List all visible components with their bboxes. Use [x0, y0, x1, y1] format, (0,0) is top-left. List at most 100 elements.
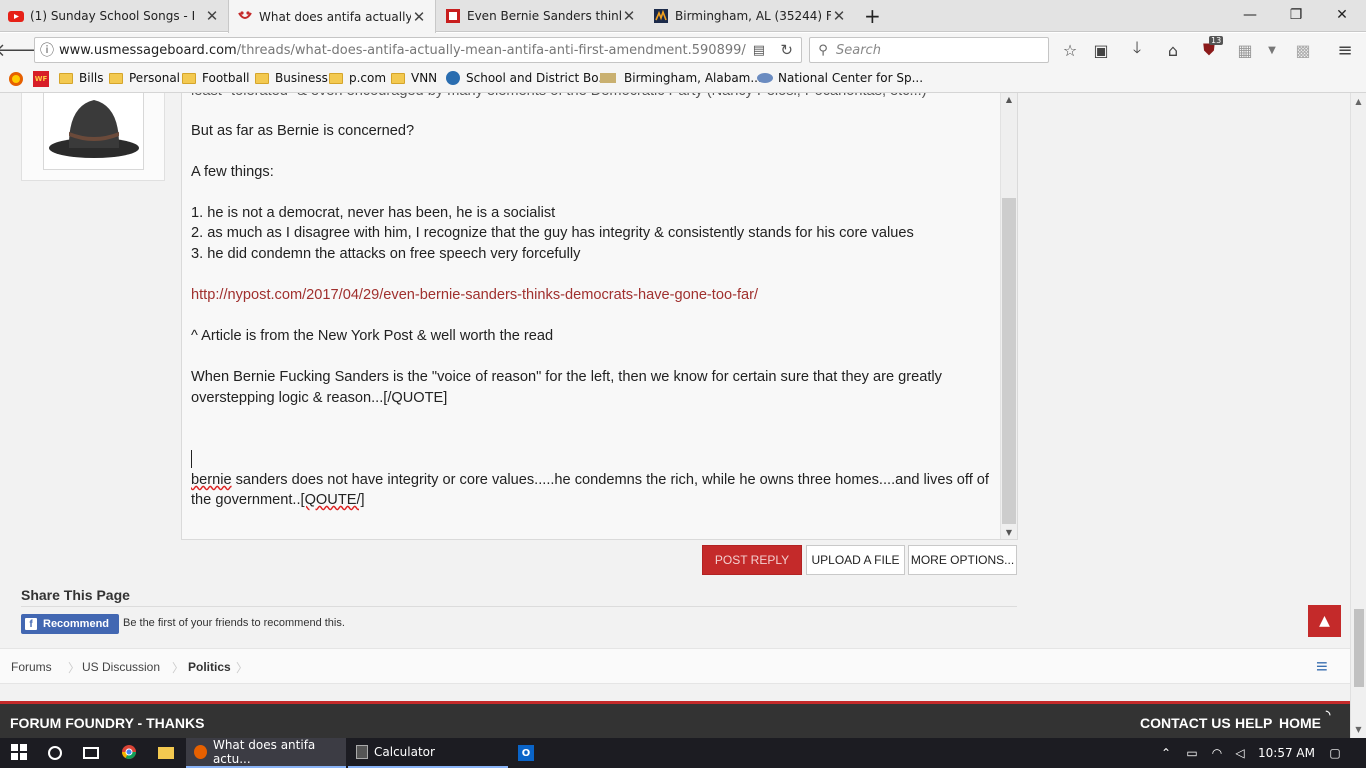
taskbar-app-calculator[interactable]: Calculator [348, 738, 508, 768]
scroll-down-icon[interactable]: ▼ [1001, 528, 1017, 537]
battery-icon[interactable]: ▭ [1183, 738, 1201, 768]
breadcrumb-us-discussion[interactable]: US Discussion [82, 649, 160, 685]
editor-link[interactable]: http://nypost.com/2017/04/29/even-bernie… [191, 285, 1001, 306]
bookmark-weather[interactable]: Birmingham, Alabam... [600, 71, 762, 85]
upload-file-button[interactable]: UPLOAD A FILE [806, 545, 905, 575]
footer-brand: FORUM FOUNDRY - THANKS [10, 715, 205, 731]
facebook-recommend-button[interactable]: f Recommend [21, 614, 119, 634]
clock[interactable]: 10:57 AM [1258, 738, 1315, 768]
close-tab-icon[interactable]: ✕ [411, 8, 427, 26]
notification-icon[interactable]: ▢ [1324, 738, 1346, 768]
tab-nypost[interactable]: Even Bernie Sanders thinks D ✕ [437, 0, 645, 32]
bookmark-folder[interactable]: Football [182, 71, 250, 85]
info-icon[interactable]: ⓘ [35, 40, 59, 60]
bookmark-folder[interactable]: Business [255, 71, 328, 85]
addon-button[interactable]: ▩ [1292, 39, 1314, 61]
bookmark-label: Personal [129, 71, 181, 85]
grid-icon: ▦ [1237, 40, 1253, 60]
home-button[interactable]: ⌂ [1162, 39, 1184, 61]
close-icon: ✕ [1336, 7, 1348, 23]
scroll-down-icon[interactable]: ▼ [1351, 725, 1366, 734]
wellsfargo-icon: WF [33, 71, 49, 87]
weather-icon [600, 73, 616, 83]
bookmark-label: p.com [349, 71, 387, 85]
file-explorer-button[interactable] [155, 738, 177, 768]
chrome-taskbar-button[interactable] [118, 738, 140, 768]
editor-text: When Bernie Fucking Sanders is the "voic… [191, 369, 942, 385]
tray-chevron-icon[interactable]: ⌃ [1158, 738, 1174, 768]
scroll-up-icon[interactable]: ▲ [1001, 95, 1017, 104]
scroll-thumb[interactable] [1002, 198, 1016, 524]
bookmark-firefox[interactable] [8, 71, 24, 90]
scroll-up-icon[interactable]: ▲ [1351, 97, 1366, 106]
spelling-error: [QOUTE/] [300, 492, 365, 508]
editor-list-item: 1. he is not a democrat, never has been,… [191, 205, 556, 221]
bookmark-label: VNN [411, 71, 438, 85]
folder-icon [391, 72, 405, 84]
page-scrollbar[interactable]: ▲ ▼ [1350, 93, 1366, 738]
new-tab-button[interactable]: + [858, 0, 888, 32]
more-options-button[interactable]: MORE OPTIONS... [908, 545, 1017, 575]
avatar[interactable] [43, 93, 144, 170]
menu-button[interactable]: ≡ [1334, 39, 1356, 61]
editor-reply-text: bernie sanders does not have integrity o… [191, 470, 1001, 491]
breadcrumb-separator: 〉 [172, 660, 185, 675]
volume-icon[interactable]: ◁ [1231, 738, 1249, 768]
minimize-button[interactable]: — [1228, 0, 1272, 30]
reply-editor[interactable]: least" tolerated" & even encouraged by m… [181, 93, 1018, 540]
reading-list-button[interactable]: ▣ [1090, 39, 1112, 61]
back-button[interactable]: 🡐 [0, 39, 43, 61]
extension-button[interactable]: ▦ [1234, 39, 1256, 61]
task-view-button[interactable] [80, 738, 102, 768]
url-path: /threads/what-does-antifa-actually-mean-… [236, 42, 746, 58]
rss-icon[interactable]: ◝ [1326, 708, 1330, 721]
extension-dropdown[interactable]: ▼ [1261, 39, 1283, 61]
tab-youtube[interactable]: (1) Sunday School Songs - I ✕ [0, 0, 228, 32]
close-tab-icon[interactable]: ✕ [204, 7, 220, 25]
url-bar[interactable]: ⓘ www.usmessageboard.com/threads/what-do… [34, 37, 802, 63]
downloads-button[interactable]: 🡓 [1126, 37, 1148, 61]
tab-weather[interactable]: Birmingham, AL (35244) For ✕ [645, 0, 855, 32]
editor-text: A few things: [191, 164, 274, 180]
nypost-icon [445, 8, 461, 24]
close-tab-icon[interactable]: ✕ [831, 7, 847, 25]
footer-help-link[interactable]: HELP [1235, 715, 1272, 731]
footer-contact-link[interactable]: CONTACT US [1140, 715, 1231, 731]
youtube-icon [8, 8, 24, 24]
taskbar-app-firefox[interactable]: What does antifa actu... [186, 738, 346, 768]
bookmark-folder[interactable]: Personal [109, 71, 180, 85]
bookmark-school[interactable]: School and District Bo... [446, 71, 610, 85]
close-window-button[interactable]: ✕ [1320, 0, 1364, 30]
bookmark-wf[interactable]: WF [33, 71, 49, 87]
start-button[interactable] [8, 738, 30, 768]
chrome-icon [121, 744, 137, 763]
download-icon: 🡓 [1132, 37, 1142, 57]
bookmark-label: Business [275, 71, 328, 85]
scroll-thumb[interactable] [1354, 609, 1364, 687]
tab-usmb[interactable]: What does antifa actually m ✕ [228, 0, 436, 33]
addon-badge: 13 [1209, 36, 1224, 45]
outlook-button[interactable]: O [515, 738, 537, 768]
star-icon: ☆ [1062, 40, 1078, 60]
bookmark-folder[interactable]: VNN [391, 71, 437, 85]
editor-scrollbar[interactable]: ▲ ▼ [1000, 93, 1017, 539]
cortana-button[interactable] [44, 738, 66, 768]
search-input[interactable]: ⚲ Search [809, 37, 1049, 63]
restore-button[interactable]: ❐ [1274, 0, 1318, 30]
reader-view-icon[interactable]: ▤ [753, 43, 765, 58]
close-tab-icon[interactable]: ✕ [621, 7, 637, 25]
post-reply-button[interactable]: POST REPLY [702, 545, 802, 575]
bookmark-ncs[interactable]: National Center for Sp... [757, 71, 923, 85]
breadcrumb-politics[interactable]: Politics [188, 649, 231, 685]
bookmark-folder[interactable]: p.com [329, 71, 386, 85]
hamburger-menu-icon[interactable]: ≡ [1316, 649, 1328, 685]
windows-logo-icon [11, 743, 27, 763]
footer-home-link[interactable]: HOME [1279, 715, 1321, 731]
bookmark-star-button[interactable]: ☆ [1059, 39, 1081, 61]
reload-icon[interactable]: ↻ [780, 41, 793, 59]
breadcrumb-forums[interactable]: Forums [11, 649, 52, 685]
ublock-button[interactable]: ⛊ 13 [1198, 36, 1224, 61]
wifi-icon[interactable]: ◠ [1208, 738, 1226, 768]
scroll-to-top-button[interactable]: ▲ [1308, 605, 1341, 637]
bookmark-folder[interactable]: Bills [59, 71, 104, 85]
